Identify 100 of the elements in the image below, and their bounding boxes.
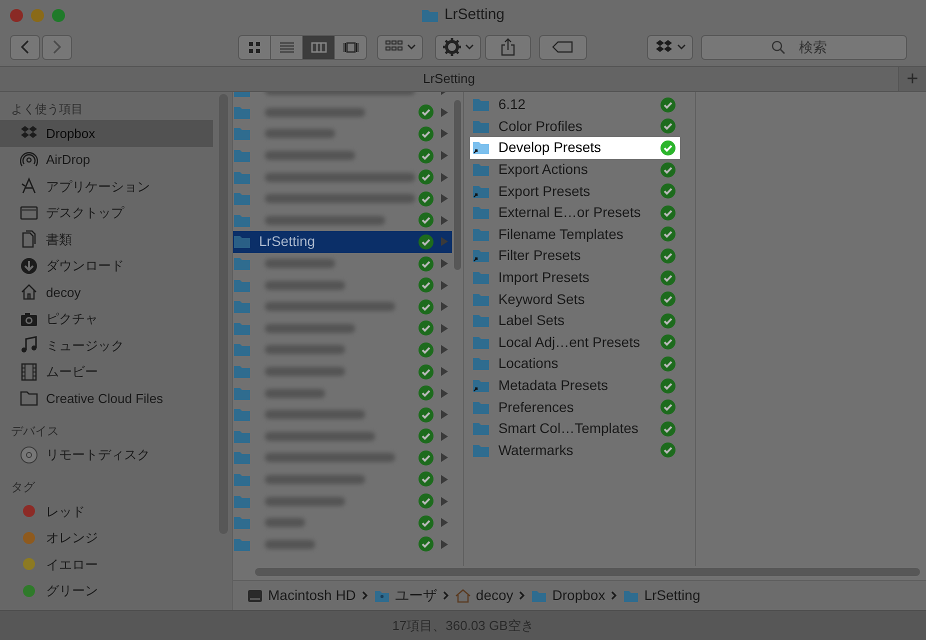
tag-dot-icon: [20, 558, 38, 570]
folder-row[interactable]: Import Presets: [470, 266, 680, 288]
folder-row[interactable]: Local Adj…ent Presets: [470, 332, 680, 354]
sidebar-item[interactable]: ピクチャ: [0, 306, 213, 332]
sidebar-item[interactable]: レッド: [0, 498, 213, 524]
sidebar-item[interactable]: AirDrop: [0, 146, 213, 173]
scrollbar-thumb[interactable]: [454, 100, 462, 270]
disclosure-arrow-icon: [441, 129, 448, 138]
path-item[interactable]: decoy: [454, 585, 514, 606]
settings-icon: [442, 38, 460, 56]
scrollbar-thumb[interactable]: [255, 568, 920, 576]
close-button[interactable]: [10, 8, 23, 22]
blurred-name: [265, 388, 325, 398]
tab[interactable]: LrSetting: [0, 67, 898, 91]
caret-icon: [676, 44, 686, 50]
folder-icon: [233, 407, 251, 422]
dropbox-logo-icon: [654, 39, 672, 55]
sidebar-item[interactable]: Dropbox: [0, 120, 213, 146]
sidebar-item[interactable]: ダウンロード: [0, 252, 213, 279]
share-button[interactable]: [485, 34, 531, 60]
disclosure-arrow-icon: [441, 172, 448, 182]
blurred-name: [265, 518, 305, 528]
sidebar-heading: よく使う項目: [10, 101, 84, 118]
sidebar-item[interactable]: デスクトップ: [0, 200, 213, 226]
sidebar-item[interactable]: 書類: [0, 226, 213, 252]
folder-row[interactable]: Keyword Sets: [470, 288, 680, 310]
download-icon: [20, 256, 38, 275]
sidebar-item[interactable]: decoy: [0, 279, 213, 306]
tag-dot-icon: [20, 532, 38, 544]
tags-button[interactable]: [539, 34, 587, 60]
folder-row[interactable]: LrSetting: [233, 231, 452, 253]
path-item[interactable]: Dropbox: [531, 585, 606, 606]
sidebar-item[interactable]: ミュージック: [0, 332, 213, 358]
path-item[interactable]: LrSetting: [623, 585, 700, 606]
chevron-right-icon: [52, 40, 62, 54]
folder-row[interactable]: External E…or Presets: [470, 202, 680, 224]
arrange-button[interactable]: [377, 34, 423, 60]
sidebar-item[interactable]: アプリケーション: [0, 173, 213, 200]
apps-icon: [20, 177, 38, 196]
disclosure-arrow-icon: [441, 194, 448, 204]
path-item[interactable]: ユーザ: [374, 585, 437, 606]
folder-icon: [233, 472, 251, 487]
folder-row[interactable]: 6.12: [470, 94, 680, 116]
path-item[interactable]: Macintosh HD: [247, 585, 356, 606]
view-mode-button[interactable]: [334, 34, 367, 60]
folder-icon: [233, 386, 251, 401]
folder-icon: [20, 389, 38, 408]
folder-row[interactable]: Metadata Presets: [470, 374, 680, 396]
sidebar-item[interactable]: リモートディスク: [0, 442, 213, 468]
sidebar-item[interactable]: グリーン: [0, 578, 213, 604]
action-button[interactable]: [435, 34, 481, 60]
sidebar-item[interactable]: Creative Cloud Files: [0, 385, 213, 412]
folder-icon: [233, 170, 251, 185]
forward-button[interactable]: [42, 34, 72, 60]
sidebar-item[interactable]: オレンジ: [0, 524, 213, 551]
view-mode-button[interactable]: [302, 34, 335, 60]
folder-icon: [233, 234, 251, 250]
folder-row[interactable]: Label Sets: [470, 310, 680, 332]
chevron-right-icon: [611, 591, 618, 600]
folder-icon: [233, 428, 251, 444]
folder-icon: [233, 364, 251, 380]
blurred-name: [265, 540, 315, 549]
folder-row[interactable]: Filename Templates: [470, 224, 680, 246]
view-mode-button[interactable]: [238, 34, 271, 60]
sidebar-item[interactable]: ムービー: [0, 358, 213, 385]
back-button[interactable]: [10, 34, 40, 60]
search-field[interactable]: 検索: [701, 34, 907, 60]
folder-icon: [233, 256, 251, 272]
folder-row[interactable]: Export Presets: [470, 180, 680, 202]
dropbox-button[interactable]: [647, 34, 693, 60]
folder-icon: [233, 104, 251, 120]
disclosure-arrow-icon: [441, 410, 448, 420]
tag-icon: [552, 41, 574, 53]
home-icon: [20, 283, 38, 302]
folder-row[interactable]: Develop Presets: [470, 137, 680, 159]
sidebar-heading: タグ: [10, 479, 36, 496]
disclosure-arrow-icon: [441, 388, 448, 398]
folder-icon: [233, 299, 251, 314]
disclosure-arrow-icon: [441, 453, 448, 462]
folder-row[interactable]: Watermarks: [470, 440, 680, 462]
home-icon: [454, 588, 471, 604]
chevron-right-icon: [362, 591, 368, 600]
folder-row[interactable]: Locations: [470, 353, 680, 375]
view-mode-button[interactable]: [270, 34, 303, 60]
zoom-button[interactable]: [52, 8, 65, 22]
folder-icon: [233, 278, 251, 293]
hard-drive-icon: [247, 588, 263, 604]
sidebar-item[interactable]: イエロー: [0, 551, 213, 578]
folder-icon: [233, 191, 251, 206]
disclosure-arrow-icon: [441, 108, 448, 117]
minimize-button[interactable]: [31, 8, 44, 22]
folder-row[interactable]: Filter Presets: [470, 245, 680, 267]
disclosure-arrow-icon: [441, 474, 448, 484]
folder-row[interactable]: Smart Col…Templates: [470, 418, 680, 440]
caret-icon: [406, 44, 416, 50]
folder-row[interactable]: Color Profiles: [470, 116, 680, 138]
documents-icon: [20, 230, 38, 248]
disclosure-arrow-icon: [441, 280, 448, 290]
folder-row[interactable]: Export Actions: [470, 158, 680, 180]
folder-row[interactable]: Preferences: [470, 396, 680, 418]
